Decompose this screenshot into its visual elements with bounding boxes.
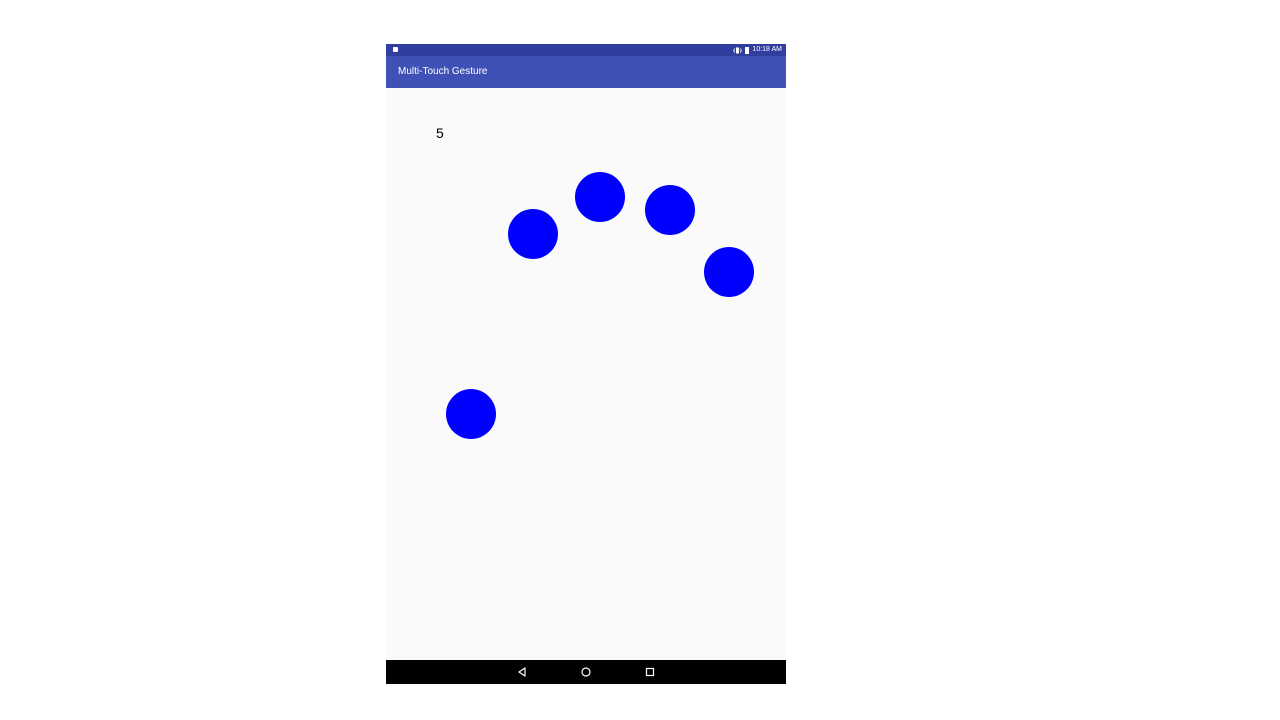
touch-canvas[interactable]: 5 — [386, 88, 786, 660]
touch-point — [704, 247, 754, 297]
home-icon — [581, 667, 591, 677]
navigation-bar — [386, 660, 786, 684]
touch-point — [508, 209, 558, 259]
app-bar: Multi-Touch Gesture — [386, 56, 786, 88]
battery-icon — [745, 46, 750, 54]
touch-point — [645, 185, 695, 235]
status-bar: 10:18 AM — [386, 44, 786, 56]
back-button[interactable] — [514, 664, 530, 680]
vibrate-icon — [733, 47, 743, 53]
status-time: 10:18 AM — [752, 46, 782, 53]
pointer-count-label: 5 — [436, 125, 444, 141]
status-icons: 10:18 AM — [733, 44, 782, 56]
recents-button[interactable] — [642, 664, 658, 680]
recents-icon — [645, 667, 655, 677]
back-icon — [518, 667, 526, 677]
notification-dot-icon — [393, 47, 398, 52]
touch-point — [446, 389, 496, 439]
home-button[interactable] — [578, 664, 594, 680]
device-screen: 10:18 AM Multi-Touch Gesture 5 — [386, 44, 786, 684]
app-title: Multi-Touch Gesture — [398, 66, 488, 77]
touch-point — [575, 172, 625, 222]
